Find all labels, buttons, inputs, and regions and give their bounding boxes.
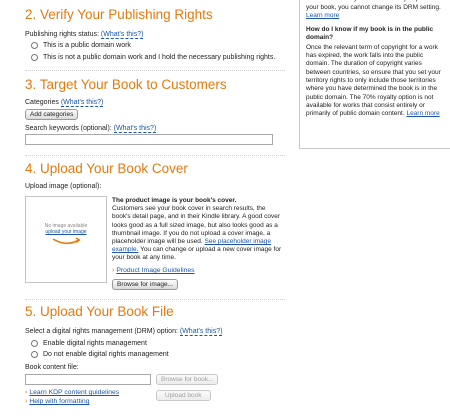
kdp-guidelines-row: › Learn KDP content guidelines (25, 389, 119, 396)
help-sidebar: intended to inhibit unauthorized distrib… (299, 0, 450, 149)
disable-drm-radio[interactable] (31, 351, 38, 358)
formatting-help-link[interactable]: Help with formatting (29, 398, 89, 405)
public-domain-question: How do I know if my book is in the publi… (306, 26, 434, 42)
drm-label: Select a digital rights management (DRM)… (25, 328, 223, 336)
enable-drm-label: Enable digital rights management (43, 340, 147, 347)
enable-drm-radio[interactable] (31, 340, 38, 347)
categories-label: Categories (What's this?) (25, 99, 104, 107)
drm-help-link[interactable]: (What's this?) (179, 328, 223, 336)
public-domain-learn-more-link[interactable]: Learn more (406, 110, 439, 117)
public-domain-answer: Once the relevant term of copyright for … (306, 43, 441, 118)
section-title-upload-file: 5. Upload Your Book File (25, 304, 174, 319)
search-keywords-input[interactable] (25, 134, 273, 145)
guidelines-row: › Product Image Guidelines (112, 267, 195, 274)
section-divider (25, 155, 285, 156)
public-domain-option[interactable]: This is a public domain work (31, 42, 131, 49)
drm-info-text: intended to inhibit unauthorized distrib… (306, 0, 441, 19)
enable-drm-option[interactable]: Enable digital rights management (31, 340, 147, 347)
arrow-right-icon: › (112, 267, 115, 274)
image-guidelines-link[interactable]: Product Image Guidelines (116, 267, 194, 274)
public-domain-radio[interactable] (31, 42, 38, 49)
search-keywords-help-link[interactable]: (What's this?) (113, 125, 157, 133)
book-content-file-field[interactable] (25, 374, 151, 385)
book-content-label: Book content file: (25, 364, 79, 371)
formatting-help-row: › Help with formatting (25, 398, 89, 405)
rights-holder-option[interactable]: This is not a public domain work and I h… (31, 54, 275, 61)
kdp-content-guidelines-link[interactable]: Learn KDP content guidelines (29, 389, 119, 396)
section-title-upload-cover: 4. Upload Your Book Cover (25, 161, 188, 176)
add-categories-button[interactable]: Add categories (25, 109, 79, 120)
upload-your-image-link[interactable]: upload your image (45, 229, 86, 235)
section-divider (25, 70, 285, 71)
public-domain-option-label: This is a public domain work (43, 42, 131, 49)
cover-body: Customers see your book cover in search … (112, 205, 282, 262)
disable-drm-label: Do not enable digital rights management (43, 351, 169, 358)
rights-holder-radio[interactable] (31, 54, 38, 61)
browse-book-button[interactable]: Browse for book... (156, 374, 219, 385)
arrow-right-icon: › (25, 389, 28, 396)
rights-holder-option-label: This is not a public domain work and I h… (43, 54, 276, 61)
arrow-right-icon: › (25, 398, 28, 405)
upload-image-label: Upload image (optional): (25, 183, 102, 190)
amazon-smile-icon (52, 237, 81, 245)
browse-image-button[interactable]: Browse for image... (112, 279, 178, 290)
categories-help-link[interactable]: (What's this?) (60, 99, 104, 107)
cover-image-placeholder[interactable]: No image available upload your image (25, 196, 107, 283)
publishing-rights-label: Publishing rights status: (What's this?) (25, 31, 144, 39)
search-keywords-label: Search keywords (optional): (What's this… (25, 125, 157, 133)
drm-learn-more-link[interactable]: Learn more (306, 12, 339, 19)
section-title-target-book: 3. Target Your Book to Customers (25, 77, 227, 92)
section-divider (25, 299, 285, 300)
cover-heading: The product image is your book's cover. (112, 197, 237, 204)
disable-drm-option[interactable]: Do not enable digital rights management (31, 351, 169, 358)
section-title-verify-rights: 2. Verify Your Publishing Rights (25, 7, 213, 22)
cover-guidance: The product image is your book's cover. … (112, 197, 284, 263)
publishing-rights-help-link[interactable]: (What's this?) (100, 31, 144, 39)
upload-book-button[interactable]: Upload book (156, 390, 211, 401)
